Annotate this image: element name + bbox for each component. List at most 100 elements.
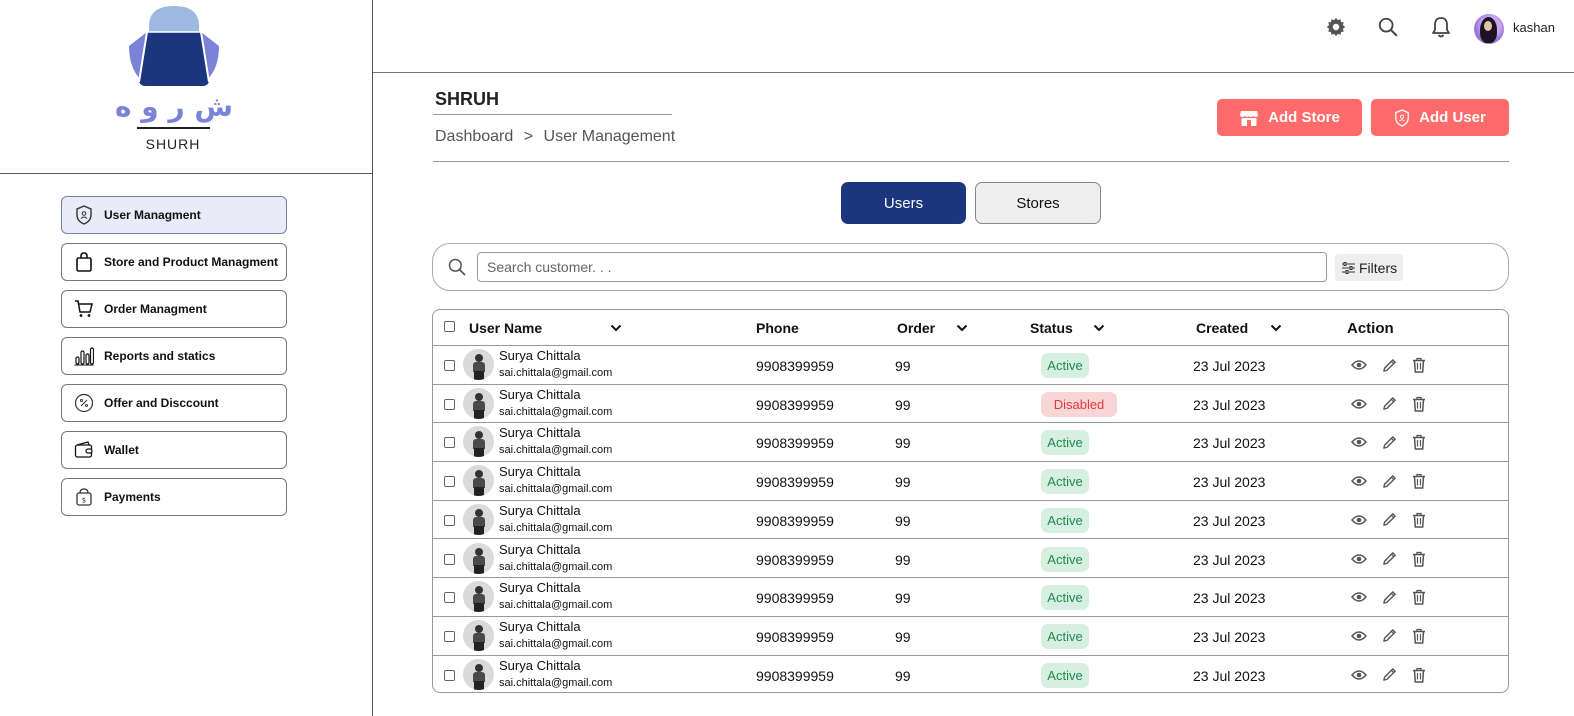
page-title: SHRUH [435,89,500,109]
edit-pencil-icon[interactable] [1380,666,1398,684]
sidebar-item-payments[interactable]: $ Payments [61,478,287,516]
add-user-button[interactable]: Add User [1371,99,1509,136]
user-email: sai.chittala@gmail.com [499,367,613,379]
view-eye-icon[interactable] [1350,588,1368,606]
row-checkbox[interactable] [444,669,455,681]
user-name: Surya Chittala [499,618,581,634]
sidebar-item-wallet[interactable]: Wallet [61,431,287,469]
table-header: User Name Phone Order Status Created Act… [433,310,1508,346]
sidebar-nav: User Managment Store and Product Managme… [61,196,287,525]
user-avatar [463,658,494,690]
sidebar-item-order-management[interactable]: Order Managment [61,290,287,328]
delete-trash-icon[interactable] [1410,511,1428,529]
tab-stores[interactable]: Stores [975,182,1101,224]
edit-pencil-icon[interactable] [1380,356,1398,374]
column-header-order[interactable]: Order [897,320,968,336]
status-badge: Active [1041,507,1089,533]
user-phone: 9908399959 [756,512,834,529]
edit-pencil-icon[interactable] [1380,511,1398,529]
view-eye-icon[interactable] [1350,356,1368,374]
sidebar-item-store-product-management[interactable]: Store and Product Managment [61,243,287,281]
user-avatar [463,465,494,497]
delete-trash-icon[interactable] [1410,588,1428,606]
view-eye-icon[interactable] [1350,666,1368,684]
table-row: Surya Chittala sai.chittala@gmail.com 99… [433,617,1508,656]
edit-pencil-icon[interactable] [1380,395,1398,413]
edit-pencil-icon[interactable] [1380,588,1398,606]
row-checkbox[interactable] [444,360,455,371]
column-label: Status [1030,320,1073,336]
column-label: Order [897,320,936,336]
view-eye-icon[interactable] [1350,627,1368,645]
delete-trash-icon[interactable] [1410,433,1428,451]
user-avatar [463,619,494,651]
delete-trash-icon[interactable] [1410,550,1428,568]
sidebar-item-label: Wallet [104,443,139,457]
delete-trash-icon[interactable] [1410,666,1428,684]
user-email: sai.chittala@gmail.com [499,560,613,573]
order-count: 99 [895,667,911,684]
view-eye-icon[interactable] [1350,472,1368,490]
sidebar-item-label: Order Managment [104,302,207,316]
user-email: sai.chittala@gmail.com [499,444,613,457]
logo-underline [137,127,210,129]
view-eye-icon[interactable] [1350,395,1368,413]
edit-pencil-icon[interactable] [1380,433,1398,451]
delete-trash-icon[interactable] [1410,627,1428,645]
edit-pencil-icon[interactable] [1380,627,1398,645]
view-eye-icon[interactable] [1350,511,1368,529]
column-header-created[interactable]: Created [1196,320,1282,336]
row-checkbox[interactable] [444,398,455,410]
delete-trash-icon[interactable] [1410,472,1428,490]
row-checkbox[interactable] [444,630,455,642]
user-phone: 9908399959 [756,435,834,452]
status-badge: Active [1041,546,1089,572]
column-header-username[interactable]: User Name [469,320,622,336]
edit-pencil-icon[interactable] [1380,472,1398,490]
row-checkbox[interactable] [444,592,455,604]
order-count: 99 [895,396,911,413]
chevron-down-icon[interactable] [956,324,968,332]
search-icon[interactable] [1376,15,1400,39]
row-checkbox[interactable] [444,476,455,488]
svg-text:$: $ [82,497,86,505]
settings-gear-icon[interactable] [1324,15,1348,39]
row-checkbox[interactable] [444,553,455,565]
chevron-down-icon[interactable] [1270,324,1282,332]
status-badge: Active [1041,469,1089,495]
column-label: User Name [469,320,543,336]
row-checkbox[interactable] [444,514,455,526]
user-name: Surya Chittala [499,657,581,673]
row-checkbox[interactable] [444,437,455,449]
sidebar-item-user-management[interactable]: User Managment [61,196,287,234]
column-header-status[interactable]: Status [1030,320,1105,336]
add-store-button[interactable]: Add Store [1217,99,1362,136]
search-customer-input[interactable] [477,252,1327,282]
filters-button[interactable]: Filters [1335,254,1404,281]
order-count: 99 [895,590,911,607]
chevron-down-icon[interactable] [1093,324,1105,332]
header-divider [433,161,1509,162]
notification-bell-icon[interactable] [1429,15,1453,39]
sidebar-item-offers[interactable]: Offer and Disccount [61,384,287,422]
user-avatar[interactable] [1474,14,1504,44]
user-avatar [463,426,494,458]
order-count: 99 [895,551,911,568]
sidebar-item-reports[interactable]: Reports and statics [61,337,287,375]
user-avatar [463,581,494,613]
username[interactable]: kashan [1513,20,1555,35]
user-phone: 9908399959 [756,396,834,413]
delete-trash-icon[interactable] [1410,356,1428,374]
edit-pencil-icon[interactable] [1380,550,1398,568]
chevron-down-icon[interactable] [610,324,622,332]
select-all-checkbox[interactable] [444,321,455,332]
percent-icon [74,393,94,413]
user-email: sai.chittala@gmail.com [499,483,613,496]
delete-trash-icon[interactable] [1410,395,1428,413]
view-eye-icon[interactable] [1350,550,1368,568]
tab-users[interactable]: Users [841,182,966,224]
created-date: 23 Jul 2023 [1193,551,1266,568]
view-eye-icon[interactable] [1350,433,1368,451]
shield-user-icon [1394,108,1410,127]
breadcrumb-dashboard[interactable]: Dashboard [435,128,513,145]
